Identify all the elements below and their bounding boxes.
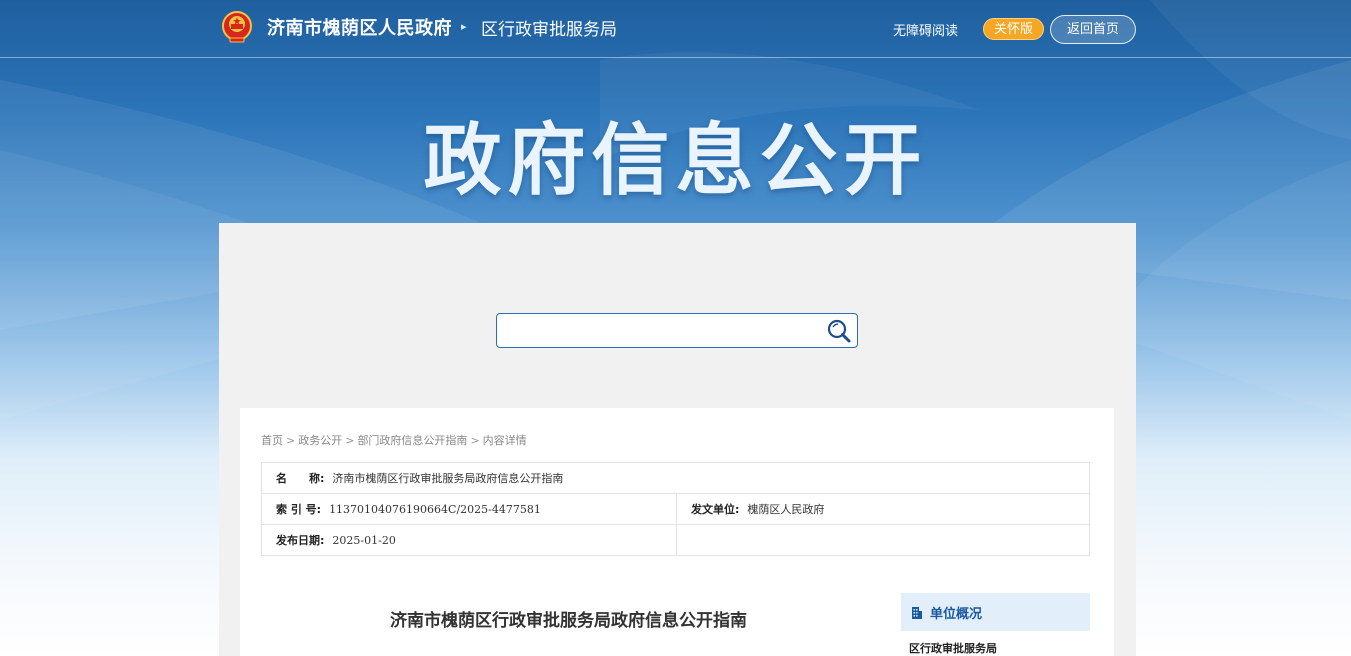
sidebar-heading: 单位概况 bbox=[901, 593, 1090, 631]
sidebar-heading-label: 单位概况 bbox=[930, 606, 983, 622]
meta-date-label: 发布日期: bbox=[276, 534, 325, 547]
search-input[interactable] bbox=[503, 318, 819, 345]
meta-name-value: 济南市槐荫区行政审批服务局政府信息公开指南 bbox=[332, 472, 564, 485]
national-emblem-icon bbox=[222, 11, 252, 43]
accessibility-reading-link[interactable]: 无障碍阅读 bbox=[893, 20, 958, 39]
building-icon bbox=[912, 606, 922, 619]
search-icon[interactable] bbox=[825, 318, 853, 344]
meta-date-value: 2025-01-20 bbox=[332, 534, 396, 547]
document-title: 济南市槐荫区行政审批服务局政府信息公开指南 bbox=[390, 611, 747, 631]
document-meta-table: 名 称: 济南市槐荫区行政审批服务局政府信息公开指南 索 引 号: 11370104… bbox=[261, 462, 1090, 556]
main-panel: 首页 > 政务公开 > 部门政府信息公开指南 > 内容详情 名 称: 济南市槐荫区行政审批服务… bbox=[219, 223, 1136, 656]
site-name[interactable]: 济南市槐荫区人民政府 bbox=[267, 14, 452, 40]
sidebar-item-approval-bureau[interactable]: 区行政审批服务局 bbox=[901, 631, 1090, 656]
meta-index-value: 11370104076190664C/2025-4477581 bbox=[329, 503, 541, 516]
breadcrumb-home[interactable]: 首页 bbox=[261, 434, 283, 447]
meta-name-label: 名 称: bbox=[276, 472, 325, 485]
breadcrumb: 首页 > 政务公开 > 部门政府信息公开指南 > 内容详情 bbox=[261, 434, 527, 447]
content-card: 首页 > 政务公开 > 部门政府信息公开指南 > 内容详情 名 称: 济南市槐荫区行政审批服务… bbox=[240, 408, 1114, 656]
department-name[interactable]: 区行政审批服务局 bbox=[481, 15, 617, 40]
care-mode-button[interactable]: 关怀版 bbox=[983, 18, 1044, 40]
hero-title: 政府信息公开 bbox=[423, 116, 928, 206]
triangle-separator-icon: ▸ bbox=[461, 20, 467, 33]
top-bar: 济南市槐荫区人民政府 ▸ 区行政审批服务局 无障碍阅读 关怀版 返回首页 bbox=[0, 0, 1351, 58]
return-home-button[interactable]: 返回首页 bbox=[1050, 15, 1136, 44]
breadcrumb-gov-affairs[interactable]: 政务公开 bbox=[298, 434, 342, 447]
breadcrumb-guide[interactable]: 部门政府信息公开指南 bbox=[357, 434, 467, 447]
search-box bbox=[496, 313, 858, 348]
meta-issuer-label: 发文单位: bbox=[691, 503, 740, 516]
sidebar-unit-overview: 单位概况 区行政审批服务局 bbox=[901, 593, 1090, 656]
meta-index-label: 索 引 号: bbox=[276, 503, 322, 516]
breadcrumb-current: 内容详情 bbox=[482, 434, 527, 447]
meta-issuer-value: 槐荫区人民政府 bbox=[747, 503, 825, 516]
